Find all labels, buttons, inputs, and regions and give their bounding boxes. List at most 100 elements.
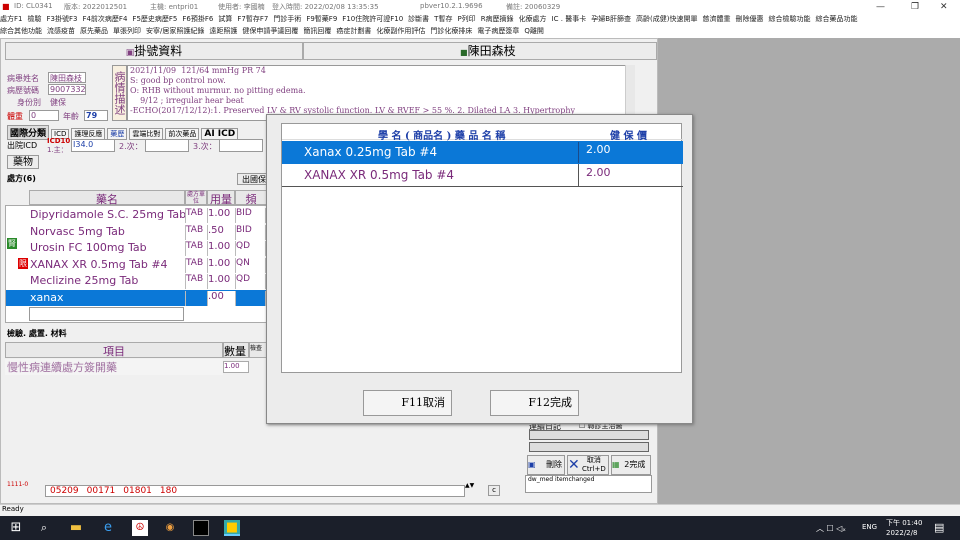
menu-item[interactable]: 安寧/居家照護紀錄 bbox=[146, 27, 204, 35]
file-explorer-icon[interactable]: ▬ bbox=[68, 520, 84, 536]
exam-item-row[interactable]: 慢性病連續處方簽開藥 bbox=[5, 359, 223, 375]
menu-item[interactable]: 試算 bbox=[218, 15, 232, 23]
menu-item[interactable]: F7暫存F7 bbox=[237, 15, 268, 23]
app-icon-1[interactable]: ☮ bbox=[132, 520, 148, 536]
med-name[interactable]: xanax bbox=[30, 290, 186, 306]
menu-item[interactable]: IC . 醫事卡 bbox=[552, 15, 587, 23]
close-icon[interactable]: ✕ bbox=[940, 2, 948, 12]
med-name[interactable]: Meclizine 25mg Tab bbox=[30, 274, 186, 289]
med-form[interactable]: TAB bbox=[186, 257, 208, 273]
med-freq[interactable]: BID bbox=[236, 224, 266, 240]
med-freq[interactable]: BID bbox=[236, 208, 266, 223]
menu-item[interactable]: 檢驗 bbox=[27, 15, 41, 23]
menu-item[interactable]: 電子病歷簽章 bbox=[477, 27, 519, 35]
icd-main-field[interactable]: I34.0 bbox=[71, 139, 115, 152]
menu-item[interactable]: 綜合其他功能 bbox=[0, 27, 42, 35]
menu-item[interactable]: 化療副作用評估 bbox=[376, 27, 425, 35]
cancel-ctrl-d-button[interactable]: ✕ 取消 Ctrl+D bbox=[567, 455, 609, 475]
med-name[interactable]: Dipyridamole S.C. 25mg Tab bbox=[30, 208, 186, 223]
f12-done-button[interactable]: F12完成 bbox=[490, 390, 579, 416]
menu-item[interactable]: T暫存 bbox=[434, 15, 452, 23]
menu-item[interactable]: 綜合檢驗功能 bbox=[768, 15, 810, 23]
new-drug-input[interactable] bbox=[29, 307, 184, 321]
med-row[interactable]: Meclizine 25mg Tab TAB 1.00 QD bbox=[6, 273, 266, 289]
drug-row[interactable]: XANAX XR 0.5mg Tab #4 2.00 bbox=[282, 164, 683, 187]
med-row[interactable]: 限 XANAX XR 0.5mg Tab #4 TAB 1.00 QN bbox=[6, 257, 266, 273]
med-form[interactable]: TAB bbox=[186, 274, 208, 289]
ime-indicator[interactable]: ENG bbox=[862, 523, 877, 531]
menu-item[interactable]: F5歷史病歷F5 bbox=[132, 15, 177, 23]
bottom-c-button[interactable]: c bbox=[488, 485, 500, 496]
med-freq[interactable]: QN bbox=[236, 257, 266, 273]
menu-item[interactable]: 門診手術 bbox=[273, 15, 301, 23]
med-name[interactable]: XANAX XR 0.5mg Tab #4 bbox=[30, 257, 186, 273]
search-icon[interactable]: ⌕ bbox=[36, 520, 52, 536]
med-form[interactable]: TAB bbox=[186, 224, 208, 240]
weight-field[interactable]: 0 bbox=[29, 110, 59, 121]
clock-time[interactable]: 下午 01:40 bbox=[886, 518, 922, 528]
menu-item[interactable]: 健保申請爭議回覆 bbox=[242, 27, 298, 35]
med-freq[interactable]: QD bbox=[236, 241, 266, 256]
menu-item[interactable]: 流感疫苗 bbox=[47, 27, 75, 35]
menu-item[interactable]: 高齡(成健)快速開單 bbox=[636, 15, 697, 23]
terminal-icon[interactable] bbox=[193, 520, 209, 536]
menu-item[interactable]: F6預掛F6 bbox=[182, 15, 213, 23]
med-qty[interactable]: 1.00 bbox=[208, 241, 236, 256]
med-qty[interactable]: .50 bbox=[208, 224, 236, 240]
notification-icon[interactable]: ▤ bbox=[934, 521, 944, 534]
menu-item[interactable]: 門診化療排床 bbox=[430, 27, 472, 35]
patient-name-field[interactable]: 陳田森枝 bbox=[48, 72, 86, 83]
notes-scrollbar[interactable] bbox=[625, 65, 635, 121]
continuous-grid-2[interactable] bbox=[529, 442, 649, 452]
menu-item[interactable]: 遠距照護 bbox=[209, 27, 237, 35]
icd-2-field[interactable] bbox=[145, 139, 189, 152]
med-row[interactable]: xanax .00 bbox=[6, 289, 266, 306]
med-freq[interactable]: QD bbox=[236, 274, 266, 289]
menu-item[interactable]: 孕婦B肝篩查 bbox=[591, 15, 631, 23]
med-row[interactable]: Norvasc 5mg Tab TAB .50 BID bbox=[6, 224, 266, 240]
menu-item[interactable]: P列印 bbox=[457, 15, 475, 23]
exam-count[interactable]: 1.00 bbox=[223, 361, 249, 373]
menu-item[interactable]: R病歷摘錄 bbox=[481, 15, 514, 23]
menu-item[interactable]: 化療處方 bbox=[519, 15, 547, 23]
med-qty[interactable]: 1.00 bbox=[208, 257, 236, 273]
menu-item[interactable]: 處方F1 bbox=[0, 15, 22, 23]
menu-item[interactable]: F4前次病歷F4 bbox=[82, 15, 127, 23]
med-qty[interactable]: 1.00 bbox=[208, 208, 236, 223]
menu-item[interactable]: Q離開 bbox=[524, 27, 544, 35]
menu-item[interactable]: 單張列印 bbox=[113, 27, 141, 35]
menu-item[interactable]: F3掛號F3 bbox=[46, 15, 77, 23]
his-app-icon[interactable]: ■ bbox=[224, 520, 240, 536]
done-button[interactable]: ▦ 2完成 bbox=[611, 455, 651, 475]
med-qty[interactable]: .00 bbox=[208, 290, 236, 306]
med-name[interactable]: Urosin FC 100mg Tab bbox=[30, 241, 186, 256]
med-row[interactable]: Dipyridamole S.C. 25mg Tab TAB 1.00 BID bbox=[6, 207, 266, 223]
med-name[interactable]: Norvasc 5mg Tab bbox=[30, 224, 186, 240]
chart-no-field[interactable]: 9007332 bbox=[48, 84, 86, 95]
f11-cancel-button[interactable]: F11取消 bbox=[363, 390, 452, 416]
delete-button[interactable]: ▣ 刪除 bbox=[527, 455, 565, 475]
menu-item[interactable]: 癌症計劃書 bbox=[336, 27, 371, 35]
menu-item[interactable]: 診斷書 bbox=[408, 15, 429, 23]
menu-item[interactable]: 原先藥品 bbox=[80, 27, 108, 35]
med-form[interactable]: TAB bbox=[186, 241, 208, 256]
tab-item[interactable]: 國際分類 bbox=[7, 125, 50, 140]
menu-item[interactable]: F10住院許可證F10 bbox=[342, 15, 403, 23]
restore-icon[interactable]: ❐ bbox=[911, 2, 919, 12]
drug-row-selected[interactable]: Xanax 0.25mg Tab #4 2.00 bbox=[282, 141, 683, 164]
tray-icons[interactable]: ︿ ☐ ◁ₓ bbox=[816, 523, 846, 534]
med-qty[interactable]: 1.00 bbox=[208, 274, 236, 289]
bottom-arrow-icon[interactable]: ▲▼ bbox=[465, 482, 474, 489]
continuous-grid-1[interactable] bbox=[529, 430, 649, 440]
menu-item[interactable]: 刪除優惠 bbox=[735, 15, 763, 23]
menu-item[interactable]: 綜合藥品功能 bbox=[815, 15, 857, 23]
tab-medication[interactable]: 藥物 bbox=[7, 155, 39, 169]
menu-item[interactable]: 慈濟體重 bbox=[702, 15, 730, 23]
minimize-icon[interactable]: — bbox=[876, 2, 885, 12]
edge-icon[interactable]: e bbox=[100, 520, 116, 536]
med-row[interactable]: 腎 Urosin FC 100mg Tab TAB 1.00 QD bbox=[6, 238, 266, 256]
clock-date[interactable]: 2022/2/8 bbox=[886, 529, 917, 537]
menu-item[interactable]: 簡訊回覆 bbox=[303, 27, 331, 35]
med-form[interactable] bbox=[186, 290, 208, 306]
icd-3-field[interactable] bbox=[219, 139, 263, 152]
